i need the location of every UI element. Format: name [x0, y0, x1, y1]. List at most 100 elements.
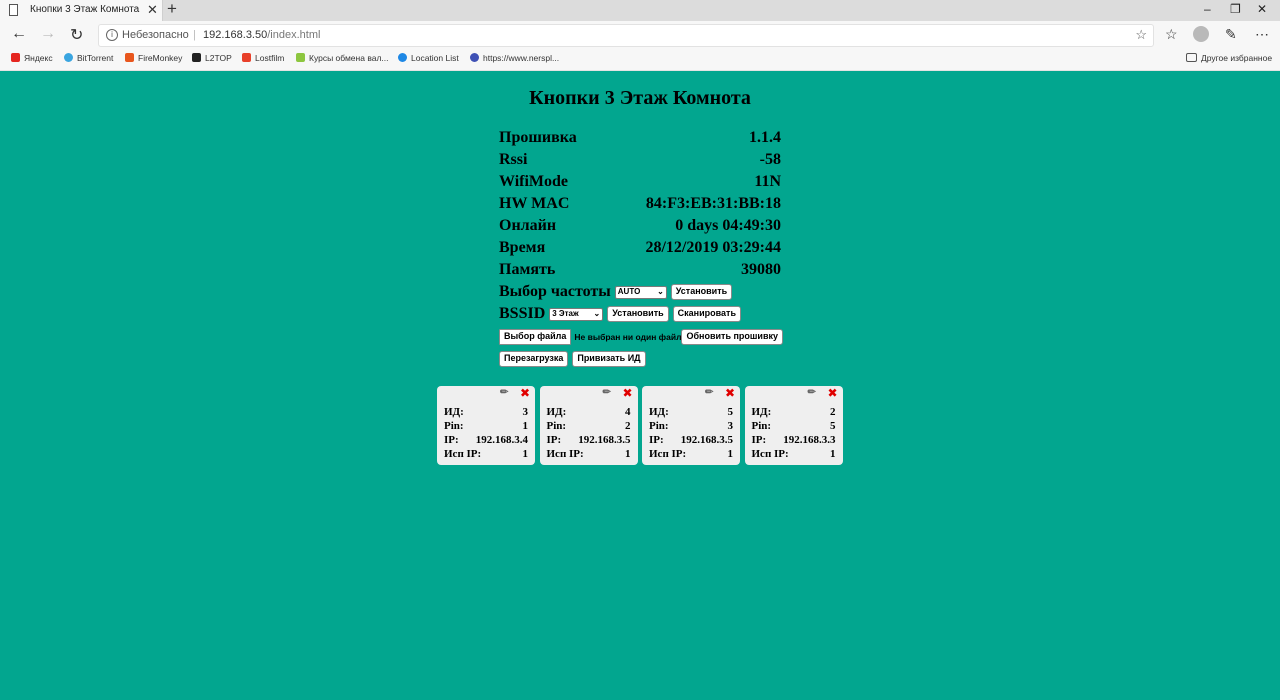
info-label: Память [499, 261, 556, 278]
choose-file-button[interactable]: Выбор файла [499, 329, 572, 345]
card-ip-value: 192.168.3.3 [783, 434, 836, 446]
info-value: 39080 [741, 261, 781, 278]
update-firmware-button[interactable]: Обновить прошивку [681, 329, 783, 345]
new-tab-icon[interactable]: + [167, 0, 177, 19]
nerspl-icon [470, 53, 479, 62]
no-file-label: Не выбран ни один файл [574, 332, 682, 342]
pencil-icon[interactable]: ✏ [603, 387, 611, 398]
info-icon[interactable]: i [106, 29, 118, 41]
reboot-button[interactable]: Перезагрузка [499, 351, 569, 367]
back-icon[interactable]: ← [11, 25, 27, 43]
scan-button[interactable]: Сканировать [672, 306, 741, 322]
bookmark-nerspl[interactable]: https://www.nerspl... [470, 53, 559, 63]
info-row-online: Онлайн 0 days 04:49:30 [499, 215, 781, 237]
card-label-ip: IP: [546, 434, 562, 446]
info-row-memory: Память 39080 [499, 259, 781, 281]
delete-icon[interactable]: ✖ [520, 386, 530, 400]
profile-avatar[interactable] [1193, 26, 1209, 42]
bind-id-button[interactable]: Привизать ИД [572, 351, 646, 367]
bssid-label: BSSID [499, 305, 546, 322]
pencil-icon[interactable]: ✏ [500, 387, 508, 398]
info-row-time: Время 28/12/2019 03:29:44 [499, 237, 781, 259]
info-value: 84:F3:EB:31:BB:18 [645, 195, 781, 212]
actions-row: Перезагрузка Привизать ИД [499, 351, 646, 367]
card-label-use-ip: Исп IP: [546, 448, 584, 460]
url-text[interactable]: 192.168.3.50/index.html [203, 29, 320, 41]
l2top-icon [192, 53, 201, 62]
button-card: ✏ ✖ ИД: 4 Pin: 2 IP: 192.168.3.5 Исп IP: 1 [539, 386, 638, 465]
folder-icon [1186, 53, 1197, 62]
info-label: Rssi [499, 151, 528, 168]
card-label-pin: Pin: [444, 420, 464, 432]
delete-icon[interactable]: ✖ [623, 386, 633, 400]
info-value: 0 days 04:49:30 [675, 217, 781, 234]
chevron-down-icon: ⌄ [593, 309, 601, 318]
info-value: 11N [754, 173, 781, 190]
forward-icon[interactable]: → [40, 25, 56, 43]
delete-icon[interactable]: ✖ [828, 386, 838, 400]
frequency-label: Выбор частоты [499, 283, 611, 300]
card-id-value: 5 [727, 406, 734, 418]
maximize-icon[interactable]: ❐ [1230, 2, 1241, 16]
bittorrent-icon [64, 53, 73, 62]
frequency-set-button[interactable]: Установить [670, 284, 733, 300]
bookmark-bittorrent[interactable]: BitTorrent [64, 53, 113, 63]
card-pin-value: 1 [522, 420, 529, 432]
bookmarks-bar: Яндекс BitTorrent FireMonkey L2TOP Lostf… [0, 48, 1280, 71]
info-row-rssi: Rssi -58 [499, 149, 781, 171]
browser-tab[interactable]: Кнопки 3 Этаж Комнота ✕ [0, 0, 163, 21]
favorite-star-icon[interactable]: ☆ [1135, 27, 1147, 43]
card-use-ip-value: 1 [727, 448, 734, 460]
card-pin-value: 5 [830, 420, 836, 432]
feedback-icon[interactable]: ✎ [1225, 26, 1237, 43]
url-path: /index.html [267, 29, 321, 41]
refresh-icon[interactable]: ↻ [70, 25, 83, 45]
firemonkey-icon [125, 53, 134, 62]
bssid-select[interactable]: 3 Этаж ⌄ [549, 307, 604, 321]
security-label[interactable]: Небезопасно [122, 29, 189, 41]
info-row-firmware: Прошивка 1.1.4 [499, 127, 781, 149]
card-use-ip-value: 1 [625, 448, 631, 460]
card-label-pin: Pin: [546, 420, 567, 432]
bssid-set-button[interactable]: Установить [607, 306, 669, 322]
card-label-id: ИД: [751, 406, 772, 418]
card-use-ip-value: 1 [830, 448, 836, 460]
button-card: ✏ ✖ ИД: 5 Pin: 3 IP: 192.168.3.5 Исп IP: 1 [642, 386, 740, 465]
other-bookmarks[interactable]: Другое избранное [1186, 53, 1272, 63]
frequency-select[interactable]: AUTO ⌄ [614, 285, 667, 299]
button-card: ✏ ✖ ИД: 3 Pin: 1 IP: 192.168.3.4 Исп IP: 1 [437, 386, 535, 465]
pencil-icon[interactable]: ✏ [808, 387, 816, 398]
bookmark-yandex[interactable]: Яндекс [11, 53, 53, 63]
card-label-ip: IP: [751, 434, 767, 446]
bookmark-firemonkey[interactable]: FireMonkey [125, 53, 182, 63]
more-menu-icon[interactable]: ⋯ [1255, 26, 1269, 43]
info-label: Онлайн [499, 217, 557, 234]
url-host: 192.168.3.50 [203, 29, 268, 41]
info-value: 1.1.4 [749, 129, 781, 146]
buttons-cards: ✏ ✖ ИД: 3 Pin: 1 IP: 192.168.3.4 Исп IP: 1 ✏… [437, 386, 847, 465]
address-bar-row: ← → ↻ i Небезопасно | 192.168.3.50/index… [0, 21, 1280, 48]
bookmark-location-list[interactable]: Location List [398, 53, 459, 63]
currency-icon [296, 53, 305, 62]
bookmark-l2top[interactable]: L2TOP [192, 53, 232, 63]
card-ip-value: 192.168.3.5 [578, 434, 631, 446]
card-label-use-ip: Исп IP: [444, 448, 482, 460]
info-row-hw-mac: HW MAC 84:F3:EB:31:BB:18 [499, 193, 781, 215]
firmware-row: Выбор файла Не выбран ни один файл Обнов… [499, 329, 783, 345]
favorites-icon[interactable]: ☆ [1165, 26, 1178, 43]
info-label: HW MAC [499, 195, 570, 212]
pencil-icon[interactable]: ✏ [705, 387, 713, 398]
minimize-icon[interactable]: – [1204, 2, 1211, 16]
tab-bar: Кнопки 3 Этаж Комнота ✕ + – ❐ ✕ [0, 0, 1280, 21]
card-label-id: ИД: [649, 406, 669, 418]
close-tab-icon[interactable]: ✕ [147, 2, 158, 18]
info-label: Время [499, 239, 546, 256]
bookmark-currency[interactable]: Курсы обмена вал... [296, 53, 389, 63]
yandex-icon [11, 53, 20, 62]
bookmark-lostfilm[interactable]: Lostfilm [242, 53, 284, 63]
delete-icon[interactable]: ✖ [725, 386, 735, 400]
card-id-value: 4 [625, 406, 631, 418]
close-window-icon[interactable]: ✕ [1257, 2, 1267, 16]
device-info-table: Прошивка 1.1.4 Rssi -58 WifiMode 11N HW MAC… [499, 127, 781, 281]
address-field[interactable]: i Небезопасно | 192.168.3.50/index.html … [98, 24, 1154, 47]
